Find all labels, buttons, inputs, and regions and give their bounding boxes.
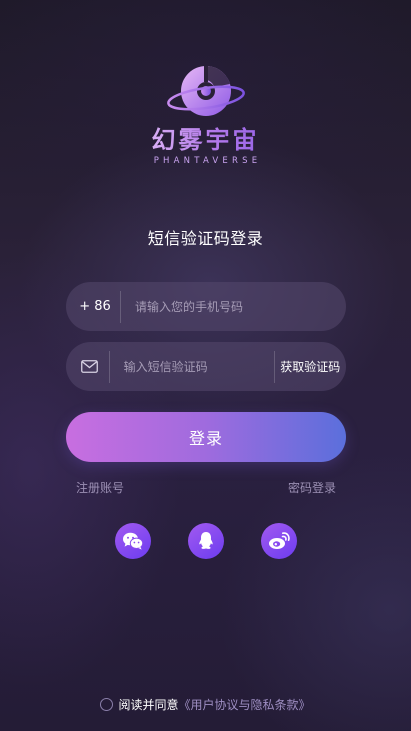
brand-name: 幻雾宇宙 (151, 126, 260, 154)
brand-logo: 幻雾宇宙 PHANTAVERSE (0, 62, 411, 166)
terms-link[interactable]: 《用户协议与隐私条款》 (179, 696, 311, 713)
sms-code-input[interactable] (109, 342, 274, 391)
envelope-icon-wrap (66, 360, 109, 373)
country-code[interactable]: + 86 (66, 299, 120, 314)
wechat-icon (123, 532, 144, 550)
get-code-button[interactable]: 获取验证码 (274, 358, 346, 375)
page-title: 短信验证码登录 (147, 229, 264, 248)
agreement: 阅读并同意 《用户协议与隐私条款》 (0, 696, 411, 713)
phone-field: + 86 (66, 282, 346, 331)
planet-logo-icon (166, 66, 245, 116)
weibo-login-button[interactable] (261, 523, 297, 559)
wechat-login-button[interactable] (115, 523, 151, 559)
login-button[interactable]: 登录 (66, 412, 346, 462)
envelope-icon (81, 360, 98, 373)
weibo-icon (269, 532, 290, 549)
brand-subtitle: PHANTAVERSE (153, 156, 262, 166)
sms-code-field: 获取验证码 (66, 342, 346, 391)
qq-icon (199, 532, 213, 549)
register-link[interactable]: 注册账号 (76, 479, 124, 496)
password-login-link[interactable]: 密码登录 (288, 479, 336, 496)
phone-input[interactable] (121, 282, 346, 331)
agree-text: 阅读并同意 (118, 698, 179, 712)
qq-login-button[interactable] (188, 523, 224, 559)
agree-radio[interactable] (100, 698, 114, 711)
